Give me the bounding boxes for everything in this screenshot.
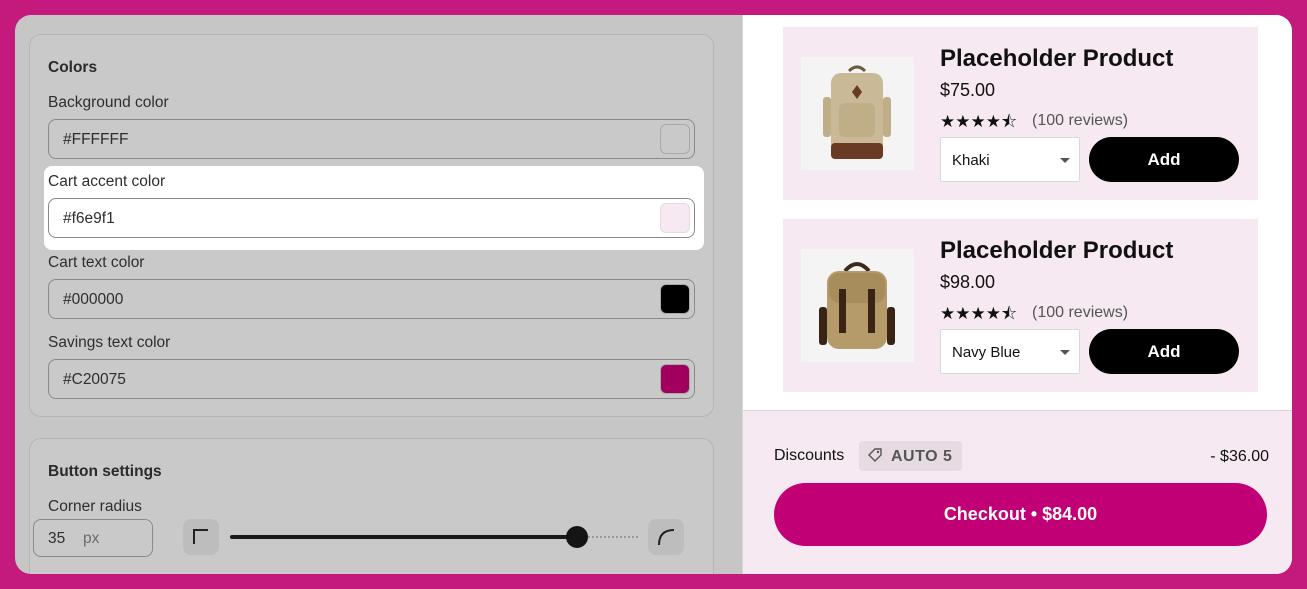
tag-icon: [868, 448, 882, 462]
product-card: Placeholder Product $98.00 ★★★★⯪ (100 re…: [783, 219, 1258, 392]
add-button[interactable]: Add: [1089, 329, 1239, 374]
slider-fill: [230, 535, 577, 539]
savings-text-color-input[interactable]: #C20075: [48, 359, 695, 399]
discount-code-badge: AUTO 5: [859, 441, 962, 471]
product-name: Placeholder Product: [940, 237, 1174, 264]
cart-accent-color-swatch[interactable]: [660, 203, 690, 233]
background-color-label: Background color: [48, 94, 169, 111]
cart-accent-color-value: #f6e9f1: [63, 210, 115, 227]
button-settings-title: Button settings: [48, 463, 162, 480]
background-color-value: #FFFFFF: [63, 131, 129, 148]
product-price: $75.00: [940, 80, 996, 100]
review-count: (100 reviews): [1032, 112, 1129, 129]
editor-window: Colors Background color #FFFFFF Cart tex…: [15, 15, 1292, 574]
star-rating-icon: ★★★★⯪: [940, 112, 1018, 131]
cart-accent-color-highlight: Cart accent color #f6e9f1: [44, 166, 704, 250]
chevron-down-icon: [1060, 350, 1070, 355]
cart-accent-color-label: Cart accent color: [48, 173, 166, 190]
savings-text-color-label: Savings text color: [48, 334, 171, 351]
corner-radius-unit: px: [83, 530, 100, 547]
product-image-flap-backpack: [801, 249, 914, 362]
review-count: (100 reviews): [1032, 304, 1129, 321]
discount-amount: - $36.00: [1210, 448, 1269, 465]
round-corner-icon: [658, 529, 675, 546]
star-rating-icon: ★★★★⯪: [940, 304, 1018, 323]
cart-text-color-label: Cart text color: [48, 254, 145, 271]
variant-select[interactable]: Khaki: [940, 137, 1080, 182]
product-name: Placeholder Product: [940, 45, 1174, 72]
product-price: $98.00: [940, 272, 996, 292]
colors-title: Colors: [48, 59, 98, 76]
variant-value: Navy Blue: [952, 344, 1021, 361]
slider-thumb[interactable]: [565, 526, 588, 548]
cart-preview: Placeholder Product $75.00 ★★★★⯪ (100 re…: [742, 15, 1292, 574]
savings-text-color-swatch[interactable]: [660, 364, 690, 394]
discount-code: AUTO 5: [891, 448, 953, 465]
cart-text-color-value: #000000: [63, 291, 124, 308]
background-color-input[interactable]: #FFFFFF: [48, 119, 695, 159]
savings-text-color-value: #C20075: [63, 371, 126, 388]
product-card: Placeholder Product $75.00 ★★★★⯪ (100 re…: [783, 27, 1258, 200]
cart-footer: Discounts AUTO 5 - $36.00 Checkout • $84…: [743, 410, 1292, 574]
chevron-down-icon: [1060, 158, 1070, 163]
corner-radius-input[interactable]: 35 px: [33, 519, 153, 557]
product-image-khaki-backpack: [801, 57, 914, 170]
checkout-button[interactable]: Checkout • $84.00: [774, 483, 1267, 546]
cart-accent-color-input[interactable]: #f6e9f1: [48, 198, 695, 238]
discounts-label: Discounts: [774, 447, 845, 464]
cart-text-color-input[interactable]: #000000: [48, 279, 695, 319]
square-corner-icon: [193, 529, 208, 544]
corner-radius-value: 35: [48, 530, 66, 547]
square-corner-button[interactable]: [183, 519, 219, 555]
background-color-swatch[interactable]: [660, 124, 690, 154]
cart-text-color-swatch[interactable]: [660, 284, 690, 314]
round-corner-button[interactable]: [648, 519, 684, 555]
variant-value: Khaki: [952, 152, 990, 169]
add-button[interactable]: Add: [1089, 137, 1239, 182]
corner-radius-label: Corner radius: [48, 498, 142, 515]
variant-select[interactable]: Navy Blue: [940, 329, 1080, 374]
